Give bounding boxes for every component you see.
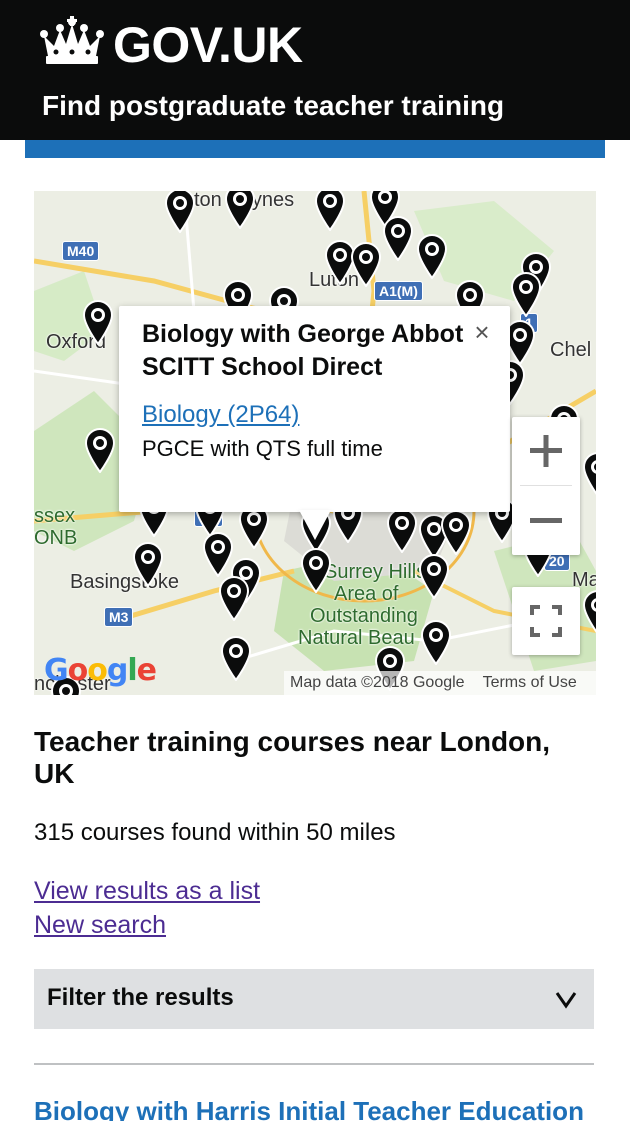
map-pin-icon[interactable] [132, 541, 164, 587]
service-name-link[interactable]: Find postgraduate teacher training [42, 88, 504, 124]
map-pin-icon[interactable] [218, 575, 250, 621]
map-pin-icon[interactable] [440, 509, 472, 555]
zoom-in-icon [530, 435, 562, 467]
govuk-header: GOV.UK Find postgraduate teacher trainin… [0, 0, 630, 140]
filter-toggle[interactable]: Filter the results [34, 969, 594, 1029]
result-title-link[interactable]: Biology with Harris Initial Teacher Educ… [34, 1094, 584, 1121]
map-pin-icon[interactable] [420, 619, 452, 665]
map-pin-icon[interactable] [82, 299, 114, 345]
zoom-out-icon [530, 518, 562, 523]
filter-label: Filter the results [47, 984, 234, 1011]
map-pin-icon[interactable] [84, 427, 116, 473]
zoom-in-button[interactable] [512, 417, 580, 485]
map-pin-icon[interactable] [224, 191, 256, 229]
road-shield-m3: M3 [104, 607, 134, 627]
map-pin-icon[interactable] [582, 589, 596, 635]
map-label-area-of: Area of [334, 583, 399, 605]
map-label-wessex: ssex [34, 505, 76, 527]
crown-icon [40, 16, 104, 64]
popup-title: Biology with George Abbot SCITT School D… [142, 320, 464, 381]
map-pin-icon[interactable] [314, 191, 346, 231]
map-pin-icon[interactable] [164, 191, 196, 233]
new-search-link[interactable]: New search [34, 909, 166, 941]
view-as-list-link[interactable]: View results as a list [34, 875, 260, 907]
map-data-credit: Map data ©2018 Google [290, 674, 465, 691]
zoom-controls [512, 417, 580, 555]
map-label-chelmsford: Chel [550, 339, 592, 361]
popup-course-link[interactable]: Biology (2P64) [142, 400, 472, 430]
map-pin-icon[interactable] [582, 451, 596, 497]
fullscreen-button[interactable] [512, 587, 580, 655]
map-pin-icon[interactable] [382, 215, 414, 261]
map-pin-icon[interactable] [350, 241, 382, 287]
map-pin-icon[interactable] [510, 271, 542, 317]
map-pin-icon[interactable] [300, 547, 332, 593]
google-logo: Google [44, 653, 157, 688]
map-label-surrey-hills: Surrey Hills [324, 561, 427, 583]
map-label-outstanding: Outstanding [310, 605, 418, 627]
popup-pointer [299, 510, 331, 540]
map-pin-icon[interactable] [418, 553, 450, 599]
govuk-logo-link[interactable]: GOV.UK [113, 16, 303, 74]
results-heading: Teacher training courses near London, UK [34, 726, 551, 789]
map-attribution: Map data ©2018 Google Terms of Use [284, 671, 596, 695]
results-count: 315 courses found within 50 miles [34, 819, 396, 846]
map-label-aonb: ONB [34, 527, 78, 549]
terms-of-use-link[interactable]: Terms of Use [483, 674, 577, 691]
popup-content: Biology with George Abbot SCITT School D… [142, 318, 472, 496]
map-pin-icon[interactable] [416, 233, 448, 279]
results-map[interactable]: ton Keynes Luton Oxford Chel ssex ONB Ba… [34, 191, 596, 695]
popup-close-icon[interactable]: × [471, 319, 493, 345]
chevron-down-icon [555, 992, 577, 1009]
popup-description: PGCE with QTS full time [142, 436, 383, 461]
zoom-out-button[interactable] [512, 487, 580, 555]
map-pin-icon[interactable] [220, 635, 252, 681]
fullscreen-icon [530, 605, 562, 637]
section-divider [34, 1063, 594, 1065]
map-pin-icon[interactable] [386, 507, 418, 553]
header-blue-bar [25, 140, 605, 158]
road-shield-m40: M40 [62, 241, 100, 261]
zoom-separator [520, 485, 572, 486]
map-info-popup: Biology with George Abbot SCITT School D… [119, 306, 510, 540]
